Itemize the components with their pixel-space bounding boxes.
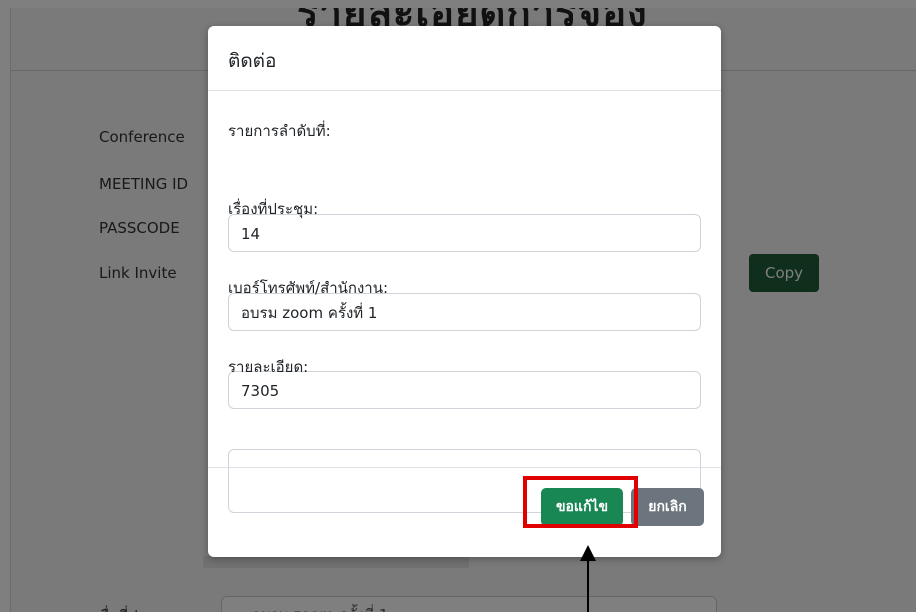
contact-modal: ติดต่อ รายการลำดับที่: 14 เรื่องที่ประชุ… bbox=[208, 26, 721, 557]
modal-title: ติดต่อ bbox=[228, 50, 277, 72]
arrow-annotation-line bbox=[587, 560, 589, 612]
cancel-button[interactable]: ยกเลิก bbox=[631, 488, 704, 526]
details-label: รายละเอียด: bbox=[228, 358, 309, 376]
meeting-topic-label: เรื่องที่ประชุม: bbox=[228, 200, 319, 218]
highlight-annotation bbox=[523, 476, 638, 528]
modal-header: ติดต่อ bbox=[208, 26, 721, 91]
modal-footer: ขอแก้ไข ยกเลิก bbox=[208, 467, 721, 558]
phone-label: เบอร์โทรศัพท์/สำนักงาน: bbox=[228, 279, 389, 297]
order-number-label: รายการลำดับที่: bbox=[228, 122, 331, 140]
arrow-up-icon bbox=[580, 545, 596, 561]
